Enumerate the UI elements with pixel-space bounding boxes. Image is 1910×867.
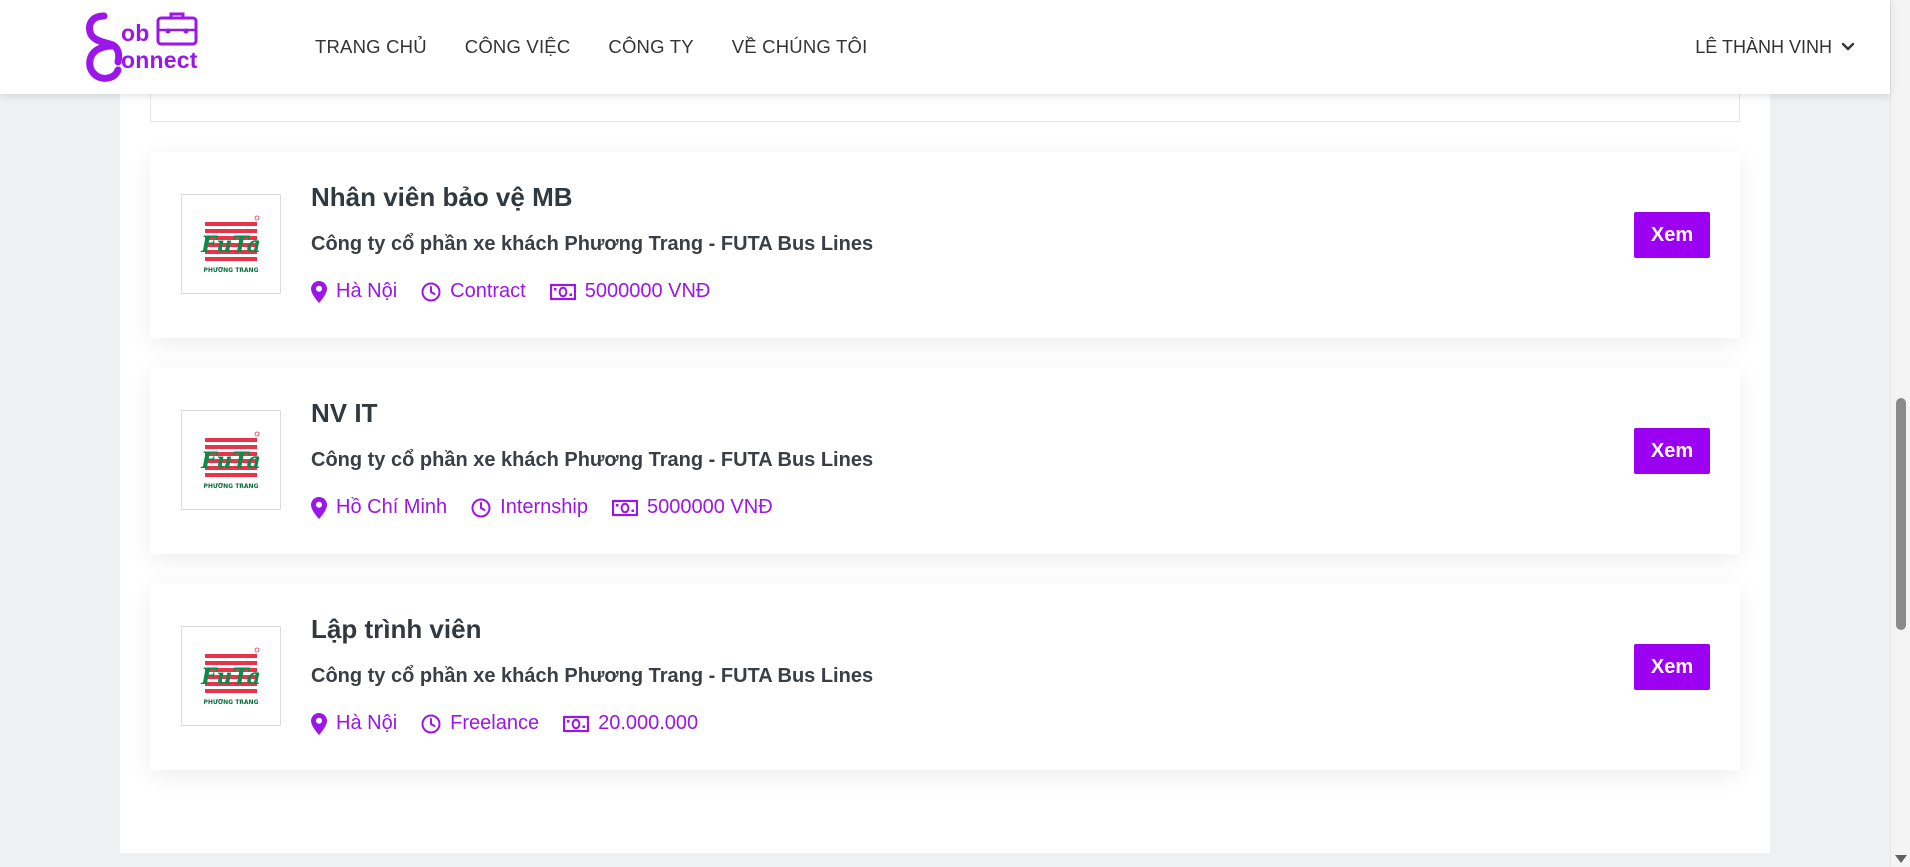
page-scrollbar[interactable] [1890, 0, 1910, 867]
scrollbar-thumb[interactable] [1896, 398, 1906, 630]
job-salary-text: 5000000 VNĐ [584, 280, 711, 302]
company-logo[interactable]: FuTa PHƯƠNG TRANG [181, 626, 281, 726]
futa-logo-icon: FuTa PHƯƠNG TRANG [200, 215, 261, 274]
job-location-text: Hà Nội [336, 280, 398, 302]
main-nav: TRANG CHỦ CÔNG VIỆC CÔNG TY VỀ CHÚNG TÔI [315, 0, 905, 94]
svg-text:FuTa: FuTa [200, 448, 261, 474]
nav-item-home[interactable]: TRANG CHỦ [315, 36, 427, 58]
job-location: Hà Nội [311, 712, 397, 735]
job-title[interactable]: NV IT [311, 398, 377, 429]
job-list: FuTa PHƯƠNG TRANG Nhân viên bảo vệ MB Cô… [150, 152, 1740, 800]
nav-item-companies[interactable]: CÔNG TY [608, 36, 693, 58]
logo-link-mark-icon [86, 12, 123, 82]
job-location: Hà Nội [311, 280, 397, 303]
job-company: Công ty cổ phần xe khách Phương Trang - … [311, 233, 874, 255]
job-location-text: Hà Nội [336, 712, 398, 734]
map-pin-icon [311, 496, 327, 519]
job-type: Internship [471, 496, 588, 519]
user-menu[interactable]: LÊ THÀNH VINH [1695, 0, 1856, 94]
job-title[interactable]: Lập trình viên [311, 614, 481, 645]
nav-item-about[interactable]: VỀ CHÚNG TÔI [732, 36, 868, 58]
job-location: Hồ Chí Minh [311, 496, 447, 519]
clock-icon [471, 498, 491, 517]
logo-text-ob: ob [121, 20, 150, 46]
job-salary: 20.000.000 [563, 712, 698, 735]
company-logo[interactable]: FuTa PHƯƠNG TRANG [181, 410, 281, 510]
svg-text:PHƯƠNG TRANG: PHƯƠNG TRANG [203, 699, 258, 706]
svg-text:PHƯƠNG TRANG: PHƯƠNG TRANG [203, 483, 258, 490]
job-type-text: Internship [500, 496, 588, 518]
map-pin-icon [311, 280, 327, 303]
job-card[interactable]: FuTa PHƯƠNG TRANG NV IT Công ty cổ phần … [150, 368, 1740, 554]
clock-icon [421, 714, 441, 733]
svg-text:PHƯƠNG TRANG: PHƯƠNG TRANG [203, 267, 258, 274]
job-type: Contract [421, 280, 526, 303]
job-meta: Hồ Chí Minh Internship 5000000 VNĐ [311, 496, 797, 519]
job-meta: Hà Nội Contract 5000000 VNĐ [311, 280, 734, 303]
job-salary-text: 20.000.000 [598, 712, 699, 734]
job-location-text: Hồ Chí Minh [336, 496, 448, 518]
job-company: Công ty cổ phần xe khách Phương Trang - … [311, 449, 874, 471]
job-salary: 5000000 VNĐ [612, 496, 773, 519]
job-type-text: Freelance [450, 712, 540, 734]
job-meta: Hà Nội Freelance 20.000.000 [311, 712, 722, 735]
job-title[interactable]: Nhân viên bảo vệ MB [311, 182, 573, 213]
svg-text:FuTa: FuTa [200, 232, 261, 258]
job-salary: 5000000 VNĐ [549, 280, 711, 303]
nav-item-jobs[interactable]: CÔNG VIỆC [465, 36, 571, 58]
briefcase-icon [156, 12, 198, 46]
svg-text:FuTa: FuTa [200, 664, 261, 690]
futa-logo-icon: FuTa PHƯƠNG TRANG [200, 647, 261, 706]
futa-logo-icon: FuTa PHƯƠNG TRANG [200, 431, 261, 490]
view-job-button[interactable]: Xem [1634, 428, 1710, 474]
job-type: Freelance [421, 712, 539, 735]
page-container: FuTa PHƯƠNG TRANG Nhân viên bảo vệ MB Cô… [120, 0, 1770, 853]
money-bill-icon [612, 499, 638, 516]
view-job-button[interactable]: Xem [1634, 212, 1710, 258]
company-logo[interactable]: FuTa PHƯƠNG TRANG [181, 194, 281, 294]
job-type-text: Contract [450, 280, 526, 302]
job-salary-text: 5000000 VNĐ [647, 496, 773, 518]
user-name: LÊ THÀNH VINH [1695, 36, 1832, 57]
money-bill-icon [549, 283, 576, 300]
job-card[interactable]: FuTa PHƯƠNG TRANG Lập trình viên Công ty… [150, 584, 1740, 770]
chevron-down-icon [1841, 42, 1855, 51]
map-pin-icon [311, 712, 327, 735]
job-company: Công ty cổ phần xe khách Phương Trang - … [311, 665, 874, 687]
jobconnect-logo[interactable]: ob onnect [84, 10, 210, 84]
logo-text-onnect: onnect [121, 47, 198, 73]
job-card[interactable]: FuTa PHƯƠNG TRANG Nhân viên bảo vệ MB Cô… [150, 152, 1740, 338]
clock-icon [421, 282, 441, 301]
view-job-button[interactable]: Xem [1634, 644, 1710, 690]
money-bill-icon [563, 715, 590, 732]
scroll-down-arrow-icon[interactable] [1895, 855, 1907, 863]
site-header: ob onnect TRANG CHỦ CÔNG VIỆC CÔNG TY VỀ… [0, 0, 1890, 94]
